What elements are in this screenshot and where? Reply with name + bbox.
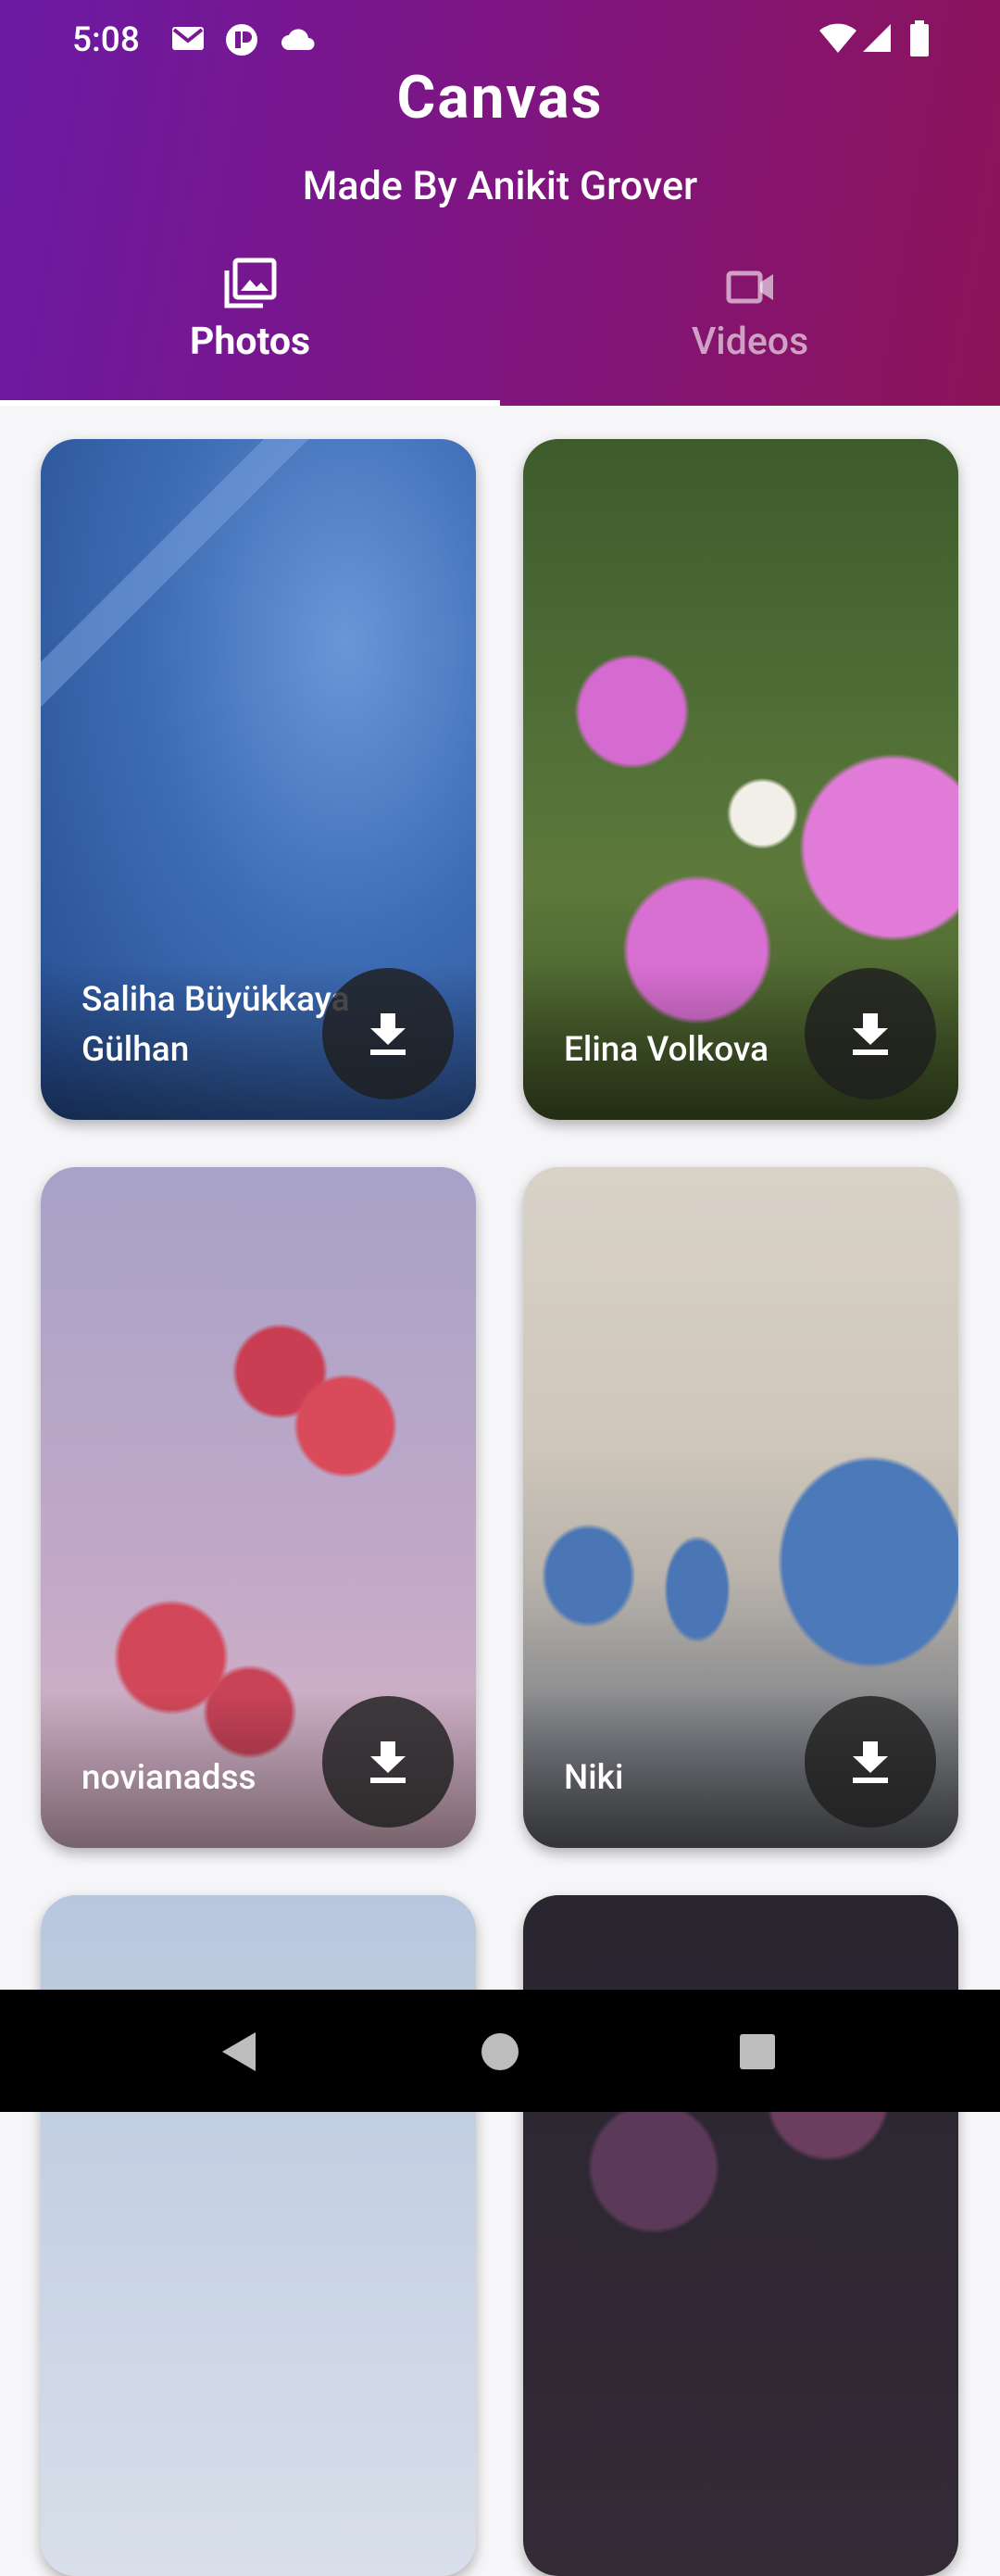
photo-card[interactable]: novianadss	[41, 1167, 476, 1848]
photo-card[interactable]: Saliha Büyükkaya Gülhan	[41, 439, 476, 1120]
back-icon[interactable]	[219, 2030, 259, 2077]
photo-card[interactable]: Elina Volkova	[523, 439, 958, 1120]
download-icon	[370, 1741, 406, 1783]
app-subtitle: Made By Anikit Grover	[302, 163, 698, 209]
photo-card[interactable]: Niki	[523, 1167, 958, 1848]
home-icon[interactable]	[480, 2031, 520, 2076]
photo-library-icon	[222, 258, 278, 313]
download-button[interactable]	[322, 968, 454, 1100]
navigation-bar	[0, 1990, 1000, 2112]
app-title: Canvas	[396, 63, 604, 132]
app-notification-icon	[224, 22, 259, 61]
status-time: 5:08	[72, 20, 140, 60]
signal-icon	[861, 22, 893, 57]
videocam-icon	[726, 270, 776, 308]
battery-icon	[909, 20, 930, 61]
tab-indicator	[0, 400, 500, 406]
app-header: 5:08 Canvas Made By Anikit Grover Photos…	[0, 0, 1000, 406]
recents-icon[interactable]	[739, 2033, 776, 2074]
download-button[interactable]	[805, 968, 936, 1100]
tab-photos-label: Photos	[189, 320, 311, 364]
download-icon	[853, 1013, 888, 1055]
download-icon	[370, 1013, 406, 1055]
cloud-icon	[280, 26, 317, 56]
download-icon	[853, 1741, 888, 1783]
tab-videos-label: Videos	[691, 320, 809, 364]
tab-photos[interactable]: Photos	[0, 250, 500, 406]
download-button[interactable]	[322, 1696, 454, 1828]
gmail-icon	[170, 22, 206, 57]
download-button[interactable]	[805, 1696, 936, 1828]
wifi-icon	[819, 22, 857, 57]
tab-videos[interactable]: Videos	[500, 250, 1000, 406]
